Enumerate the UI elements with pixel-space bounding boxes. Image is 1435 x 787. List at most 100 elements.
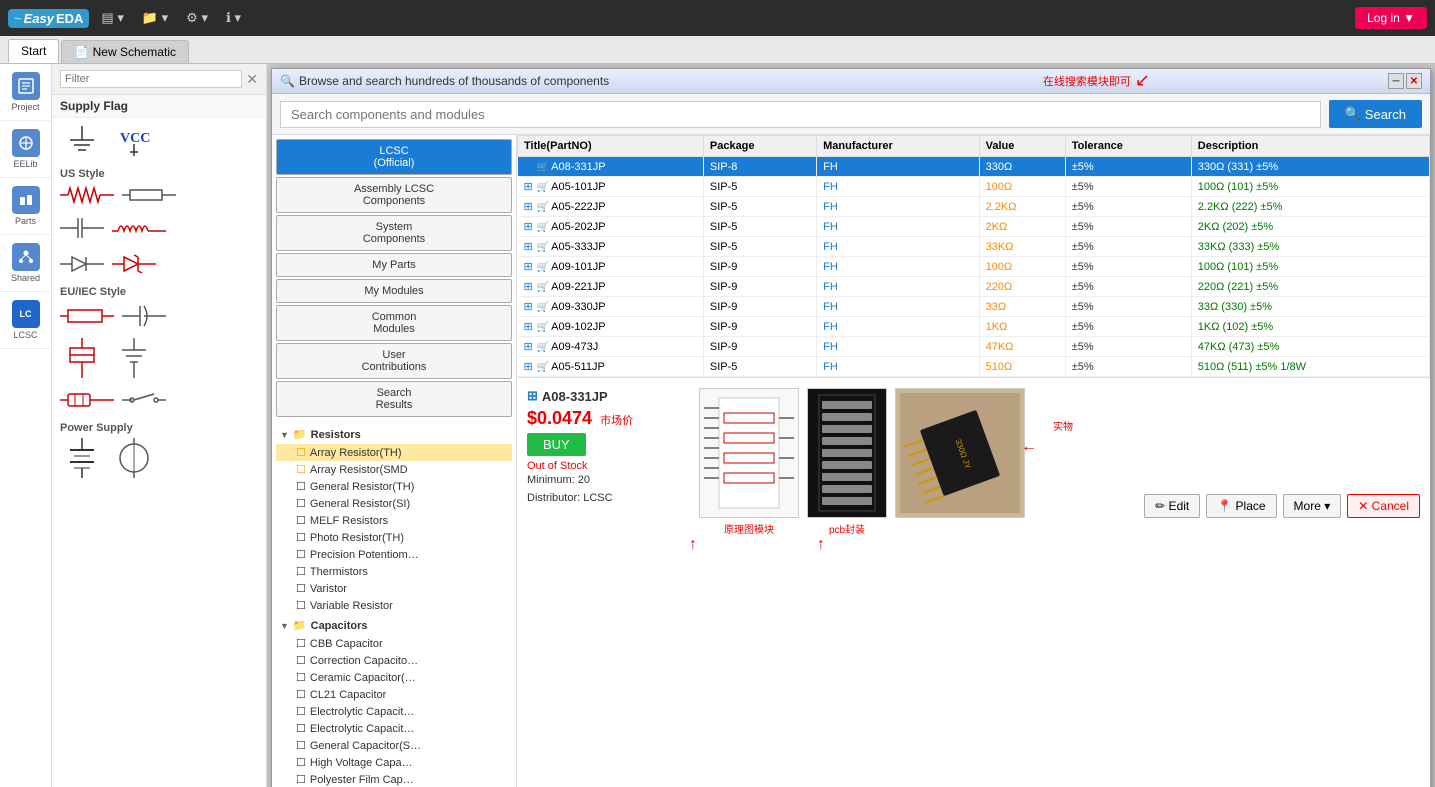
nav-project-label: Project: [11, 102, 39, 112]
cat-item-electrolytic-1[interactable]: ☐ Electrolytic Capacit…: [276, 703, 512, 720]
cart-icon[interactable]: 🛒: [537, 302, 549, 313]
eu-fuse-symbol[interactable]: [60, 389, 114, 411]
cat-item-correction-cap[interactable]: ☐ Correction Capacito…: [276, 652, 512, 669]
settings-menu-btn[interactable]: ⚙ ▾: [180, 8, 214, 28]
search-button[interactable]: 🔍 Search: [1329, 100, 1422, 128]
resistor-us-symbol[interactable]: [60, 184, 114, 206]
table-row[interactable]: ⊞🛒A09-473J SIP-9 FH 47KΩ ±5% 47KΩ (473) …: [518, 337, 1430, 357]
cat-item-general-cap[interactable]: ☐ General Capacitor(S…: [276, 737, 512, 754]
tab-new-schematic[interactable]: 📄 New Schematic: [61, 40, 189, 63]
resistor-eu-symbol[interactable]: [60, 305, 114, 327]
cat-item-thermistors[interactable]: ☐ Thermistors: [276, 563, 512, 580]
cat-btn-my-modules[interactable]: My Modules: [276, 279, 512, 303]
table-row[interactable]: ⊞🛒A05-101JP SIP-5 FH 100Ω ±5% 100Ω (101)…: [518, 177, 1430, 197]
inductor-us-symbol[interactable]: [112, 217, 166, 239]
cat-group-resistors-header[interactable]: ▼ 📁 Resistors: [276, 425, 512, 444]
table-row[interactable]: ⊞🛒A08-331JP SIP-8 FH 330Ω ±5% 330Ω (331)…: [518, 157, 1430, 177]
zener-us-symbol[interactable]: [112, 250, 156, 278]
eu-component-2[interactable]: [112, 338, 156, 378]
cart-icon[interactable]: 🛒: [537, 322, 549, 333]
photo-preview[interactable]: 330Ω JΥ: [895, 388, 1025, 518]
table-row[interactable]: ⊞🛒A09-221JP SIP-9 FH 220Ω ±5% 220Ω (221)…: [518, 277, 1430, 297]
search-input[interactable]: [280, 101, 1321, 128]
cat-btn-assembly[interactable]: Assembly LCSCComponents: [276, 177, 512, 213]
file-menu-btn[interactable]: ▤ ▾: [95, 8, 129, 28]
cancel-button[interactable]: ✕ Cancel: [1347, 494, 1420, 518]
power-supply-row: [60, 438, 258, 478]
tab-start[interactable]: Start: [8, 39, 59, 63]
cart-icon[interactable]: 🛒: [537, 162, 549, 173]
folder-menu-btn[interactable]: 📁 ▾: [136, 8, 174, 28]
cat-item-variable-resistor[interactable]: ☐ Variable Resistor: [276, 597, 512, 614]
table-row[interactable]: ⊞🛒A05-222JP SIP-5 FH 2.2KΩ ±5% 2.2KΩ (22…: [518, 197, 1430, 217]
cat-item-general-resistor-th[interactable]: ☐ General Resistor(TH): [276, 478, 512, 495]
eu-switch-symbol[interactable]: [122, 386, 166, 414]
more-button[interactable]: More ▾: [1283, 494, 1342, 518]
cat-item-precision-pot[interactable]: ☐ Precision Potentiom…: [276, 546, 512, 563]
table-row[interactable]: ⊞🛒A09-101JP SIP-9 FH 100Ω ±5% 100Ω (101)…: [518, 257, 1430, 277]
cat-btn-common-modules[interactable]: CommonModules: [276, 305, 512, 341]
part-icon: ⊞: [524, 301, 533, 313]
cat-item-array-resistor-smd[interactable]: ☐ Array Resistor(SMD: [276, 461, 512, 478]
dialog-close-btn[interactable]: ✕: [1406, 73, 1422, 89]
cart-icon[interactable]: 🛒: [537, 282, 549, 293]
cat-item-melf[interactable]: ☐ MELF Resistors: [276, 512, 512, 529]
cat-btn-lcsc-official[interactable]: LCSC(Official): [276, 139, 512, 175]
table-row[interactable]: ⊞🛒A05-202JP SIP-5 FH 2KΩ ±5% 2KΩ (202) ±…: [518, 217, 1430, 237]
battery-symbol[interactable]: [60, 438, 104, 478]
part-icon: ⊞: [524, 321, 533, 333]
nav-project[interactable]: Project: [0, 64, 51, 121]
buy-button[interactable]: BUY: [527, 433, 586, 456]
cart-icon[interactable]: 🛒: [537, 342, 549, 353]
cat-item-varistor[interactable]: ☐ Varistor: [276, 580, 512, 597]
dialog-minimize-btn[interactable]: ─: [1388, 73, 1404, 89]
nav-lcsc[interactable]: LC LCSC: [0, 292, 51, 349]
table-row[interactable]: ⊞🛒A05-511JP SIP-5 FH 510Ω ±5% 510Ω (511)…: [518, 357, 1430, 377]
app-logo[interactable]: ~EasyEDA: [8, 9, 89, 28]
cart-icon[interactable]: 🛒: [537, 262, 549, 273]
nav-parts[interactable]: Parts: [0, 178, 51, 235]
cat-item-high-voltage-cap[interactable]: ☐ High Voltage Capa…: [276, 754, 512, 771]
place-button[interactable]: 📍 Place: [1206, 494, 1276, 518]
info-menu-btn[interactable]: ℹ ▾: [220, 8, 247, 28]
cat-item-array-resistor-th[interactable]: ☐ Array Resistor(TH): [276, 444, 512, 461]
cat-item-general-resistor-si[interactable]: ☐ General Resistor(SI): [276, 495, 512, 512]
schematic-label: 原理图模块: [699, 521, 799, 536]
table-row[interactable]: ⊞🛒A09-102JP SIP-9 FH 1KΩ ±5% 1KΩ (102) ±…: [518, 317, 1430, 337]
part-icon: ⊞: [524, 201, 533, 213]
cart-icon[interactable]: 🛒: [537, 222, 549, 233]
cart-icon[interactable]: 🛒: [537, 182, 549, 193]
capacitor-eu-symbol[interactable]: [122, 302, 166, 330]
table-row[interactable]: ⊞🛒A05-333JP SIP-5 FH 33KΩ ±5% 33KΩ (333)…: [518, 237, 1430, 257]
cat-btn-search-results[interactable]: SearchResults: [276, 381, 512, 417]
nav-eelib[interactable]: EELib: [0, 121, 51, 178]
cat-group-capacitors-header[interactable]: ▼ 📁 Capacitors: [276, 616, 512, 635]
vcc-symbol[interactable]: VCC: [112, 124, 156, 160]
table-row[interactable]: ⊞🛒A09-330JP SIP-9 FH 33Ω ±5% 33Ω (330) ±…: [518, 297, 1430, 317]
filter-input[interactable]: [60, 70, 242, 88]
cat-item-photo-resistor[interactable]: ☐ Photo Resistor(TH): [276, 529, 512, 546]
nav-shared[interactable]: Shared: [0, 235, 51, 292]
cart-icon[interactable]: 🛒: [537, 202, 549, 213]
gnd-symbol[interactable]: [60, 124, 104, 160]
pcb-preview[interactable]: [807, 388, 887, 518]
login-button[interactable]: Log in ▼: [1355, 7, 1427, 29]
capacitor-us-symbol[interactable]: [60, 214, 104, 242]
cat-item-electrolytic-2[interactable]: ☐ Electrolytic Capacit…: [276, 720, 512, 737]
filter-clear-icon[interactable]: ✕: [246, 71, 258, 88]
cat-item-ceramic-cap[interactable]: ☐ Ceramic Capacitor(…: [276, 669, 512, 686]
diode-us-symbol[interactable]: [60, 250, 104, 278]
cat-item-cl21[interactable]: ☐ CL21 Capacitor: [276, 686, 512, 703]
cat-item-polyester[interactable]: ☐ Polyester Film Cap…: [276, 771, 512, 787]
cat-btn-my-parts[interactable]: My Parts: [276, 253, 512, 277]
edit-button[interactable]: ✏ Edit: [1144, 494, 1200, 518]
schematic-preview[interactable]: [699, 388, 799, 518]
cat-btn-user-contributions[interactable]: UserContributions: [276, 343, 512, 379]
cat-btn-system[interactable]: SystemComponents: [276, 215, 512, 251]
cart-icon[interactable]: 🛒: [537, 362, 549, 373]
power-source-symbol[interactable]: [112, 438, 156, 478]
cart-icon[interactable]: 🛒: [537, 242, 549, 253]
cat-item-cbb[interactable]: ☐ CBB Capacitor: [276, 635, 512, 652]
resistor-us-2-symbol[interactable]: [122, 184, 176, 206]
eu-component-1[interactable]: [60, 338, 104, 378]
